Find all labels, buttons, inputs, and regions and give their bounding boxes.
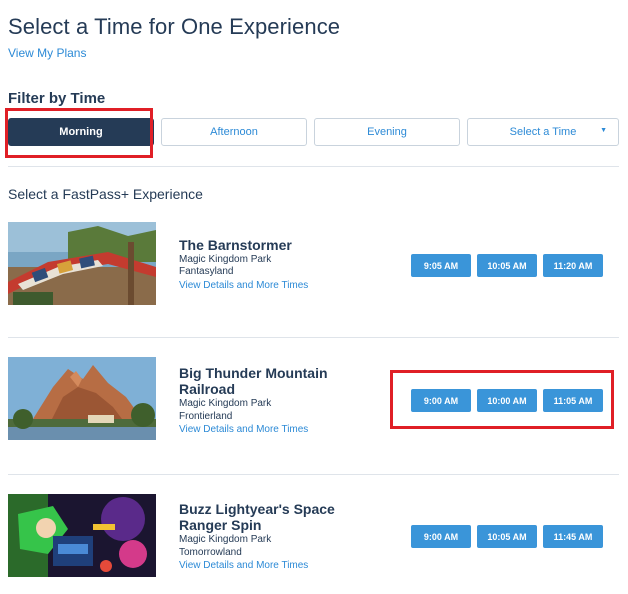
filter-morning-button[interactable]: Morning bbox=[8, 118, 154, 146]
ride-name-line1: Buzz Lightyear's Space bbox=[179, 501, 335, 517]
time-button[interactable]: 11:45 AM bbox=[543, 525, 603, 548]
select-time-label: Select a Time bbox=[509, 126, 577, 138]
ride-name: The Barnstormer bbox=[179, 237, 292, 253]
filter-afternoon-button[interactable]: Afternoon bbox=[161, 118, 307, 146]
time-button[interactable]: 11:05 AM bbox=[543, 389, 603, 412]
park-name: Magic Kingdom Park bbox=[179, 254, 272, 265]
barnstormer-thumbnail[interactable] bbox=[8, 222, 156, 305]
park-name: Magic Kingdom Park bbox=[179, 398, 272, 409]
land-name: Frontierland bbox=[179, 411, 233, 422]
buzz-lightyear-thumbnail[interactable] bbox=[8, 494, 156, 577]
time-button[interactable]: 9:00 AM bbox=[411, 525, 471, 548]
filter-evening-button[interactable]: Evening bbox=[314, 118, 460, 146]
divider bbox=[8, 166, 619, 167]
park-name: Magic Kingdom Park bbox=[179, 534, 272, 545]
chevron-down-icon: ▼ bbox=[600, 127, 607, 134]
land-name: Fantasyland bbox=[179, 266, 234, 277]
time-button[interactable]: 11:20 AM bbox=[543, 254, 603, 277]
time-button[interactable]: 10:00 AM bbox=[477, 389, 537, 412]
view-details-link[interactable]: View Details and More Times bbox=[179, 560, 308, 572]
time-button[interactable]: 9:00 AM bbox=[411, 389, 471, 412]
big-thunder-thumbnail[interactable] bbox=[8, 357, 156, 440]
divider bbox=[8, 337, 619, 338]
page-title: Select a Time for One Experience bbox=[8, 14, 341, 39]
ride-name-line1: Big Thunder Mountain bbox=[179, 365, 328, 381]
view-details-link[interactable]: View Details and More Times bbox=[179, 424, 308, 436]
section-heading: Select a FastPass+ Experience bbox=[8, 186, 203, 202]
select-time-dropdown[interactable]: Select a Time ▼ bbox=[467, 118, 619, 146]
time-button[interactable]: 10:05 AM bbox=[477, 525, 537, 548]
divider bbox=[8, 474, 619, 475]
time-button[interactable]: 9:05 AM bbox=[411, 254, 471, 277]
ride-name-line2: Railroad bbox=[179, 381, 236, 397]
time-button[interactable]: 10:05 AM bbox=[477, 254, 537, 277]
filter-heading: Filter by Time bbox=[8, 90, 106, 107]
view-my-plans-link[interactable]: View My Plans bbox=[8, 46, 86, 60]
land-name: Tomorrowland bbox=[179, 547, 242, 558]
ride-name-line2: Ranger Spin bbox=[179, 517, 262, 533]
view-details-link[interactable]: View Details and More Times bbox=[179, 280, 308, 292]
